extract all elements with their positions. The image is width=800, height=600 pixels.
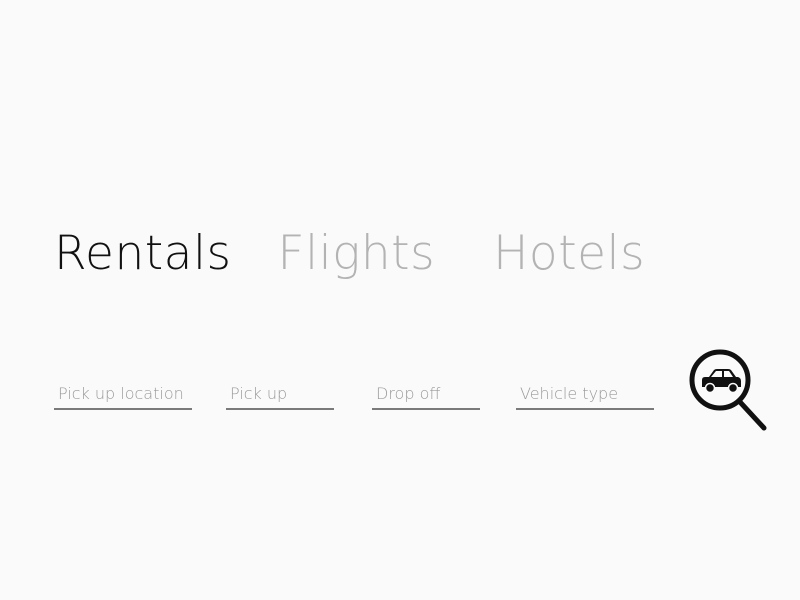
car-search-icon	[689, 349, 767, 431]
tab-rentals[interactable]: Rentals	[54, 222, 232, 286]
dropoff-date-input[interactable]	[372, 378, 480, 408]
pickup-location-input[interactable]	[54, 378, 192, 408]
search-button[interactable]	[686, 346, 770, 434]
dropoff-date-field	[372, 378, 480, 410]
tab-hotels[interactable]: Hotels	[493, 222, 645, 286]
booking-page: Rentals Flights Hotels	[0, 0, 800, 600]
vehicle-type-field	[516, 378, 654, 410]
booking-tabs: Rentals Flights Hotels	[54, 222, 645, 286]
vehicle-type-input[interactable]	[516, 378, 654, 408]
tab-flights[interactable]: Flights	[278, 222, 436, 286]
pickup-date-input[interactable]	[226, 378, 334, 408]
pickup-location-field	[54, 378, 192, 410]
pickup-date-field	[226, 378, 334, 410]
